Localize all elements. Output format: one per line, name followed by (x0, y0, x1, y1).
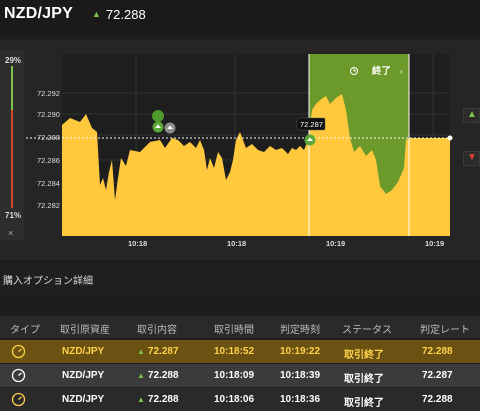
y-tick-label: 72.282 (37, 201, 60, 210)
x-axis-labels: 10:18 10:18 10:19 10:19 (128, 239, 444, 248)
table-row[interactable]: NZD/JPY ▲ 72.288 10:18:06 10:18:36 取引終了 7… (0, 388, 480, 411)
row-asset: NZD/JPY (62, 394, 105, 405)
up-arrow-icon: ▲ (137, 347, 145, 356)
current-price-dot (447, 135, 453, 141)
col-asset: 取引原資産 (60, 325, 110, 336)
row-asset: NZD/JPY (62, 370, 105, 381)
current-rate-tag: 72.287 (296, 117, 326, 131)
y-tick-label: 72.292 (37, 89, 60, 98)
row-judge: 10:19:22 (280, 346, 321, 357)
up-arrow-icon: ▲ (137, 371, 145, 380)
up-arrow-icon: ▲ (137, 395, 145, 404)
down-arrow-icon: ▼ (467, 152, 477, 163)
y-tick-label: 72.284 (37, 179, 60, 188)
row-content: ▲ 72.287 (137, 346, 179, 357)
trade-marker-neutral-icon[interactable] (164, 122, 176, 134)
purchase-details-section: 購入オプション詳細 (0, 262, 480, 296)
col-rate: 判定レート (420, 325, 470, 336)
table-row[interactable]: NZD/JPY ▲ 72.287 10:18:52 10:19:22 取引終了 7… (0, 340, 480, 363)
expiry-chevron-icon: › (400, 67, 403, 76)
put-side-button[interactable]: ▼ (463, 151, 480, 166)
clock-icon (11, 392, 26, 407)
table-header: タイプ 取引原資産 取引内容 取引時間 判定時刻 ステータス 判定レート (0, 316, 480, 338)
row-status: 取引終了 (344, 350, 384, 361)
section-title: 購入オプション詳細 (3, 276, 93, 287)
row-time: 10:18:06 (214, 394, 255, 405)
clock-icon (11, 368, 26, 383)
col-time: 取引時間 (214, 325, 254, 336)
row-time: 10:18:52 (214, 346, 255, 357)
row-rate: 72.288 (422, 346, 453, 357)
y-axis-labels: 72.292 72.290 72.288 72.286 72.284 72.28… (37, 89, 60, 210)
call-side-button[interactable]: ▲ (463, 108, 480, 123)
x-tick-label: 10:18 (227, 239, 246, 248)
expiry-end-label: 終了 (372, 65, 391, 77)
row-status: 取引終了 (344, 374, 384, 385)
y-tick-label: 72.288 (37, 133, 60, 142)
row-rate: 72.288 (422, 394, 453, 405)
clock-icon (11, 344, 26, 359)
up-arrow-icon: ▲ (467, 109, 477, 120)
col-judge: 判定時刻 (280, 325, 320, 336)
col-content: 取引内容 (137, 325, 177, 336)
x-tick-label: 10:19 (425, 239, 444, 248)
row-content: ▲ 72.288 (137, 370, 179, 381)
col-status: ステータス (342, 325, 392, 336)
table-row[interactable]: NZD/JPY ▲ 72.288 10:18:09 10:18:39 取引終了 7… (0, 364, 480, 387)
row-judge: 10:18:36 (280, 394, 321, 405)
y-tick-label: 72.286 (37, 156, 60, 165)
row-status: 取引終了 (344, 398, 384, 409)
y-tick-label: 72.290 (37, 110, 60, 119)
row-time: 10:18:09 (214, 370, 255, 381)
row-content: ▲ 72.288 (137, 394, 179, 405)
trade-marker-entry-icon[interactable] (304, 134, 316, 146)
row-rate: 72.287 (422, 370, 453, 381)
x-tick-label: 10:18 (128, 239, 147, 248)
price-chart: 72.292 72.290 72.288 72.286 72.284 72.28… (26, 54, 453, 248)
current-rate-tag-label: 72.287 (300, 120, 323, 129)
row-asset: NZD/JPY (62, 346, 105, 357)
col-type: タイプ (10, 325, 40, 336)
x-tick-label: 10:19 (326, 239, 345, 248)
row-judge: 10:18:39 (280, 370, 321, 381)
